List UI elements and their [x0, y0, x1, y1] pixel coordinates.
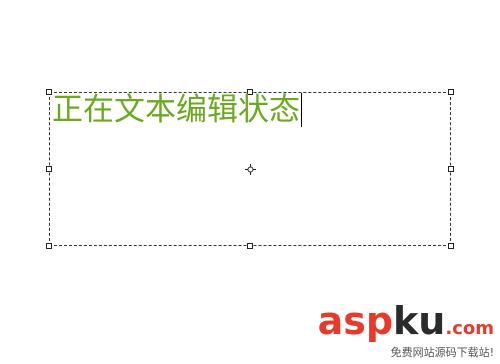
editing-canvas[interactable]: 正在文本编辑状态 aspku.com 免费网站源码下载站! — [0, 0, 500, 364]
watermark-brand-com: .com — [445, 318, 494, 339]
resize-handle-middle-right[interactable] — [448, 166, 454, 172]
watermark-logo: aspku.com — [318, 300, 494, 350]
resize-handle-bottom-right[interactable] — [448, 243, 454, 249]
text-box-content[interactable]: 正在文本编辑状态 — [52, 93, 302, 127]
center-point-icon[interactable] — [245, 164, 256, 175]
watermark-brand-asp: asp — [317, 299, 394, 343]
text-box-frame[interactable]: 正在文本编辑状态 — [46, 89, 454, 249]
resize-handle-bottom-left[interactable] — [46, 243, 52, 249]
resize-handle-bottom-middle[interactable] — [247, 243, 253, 249]
resize-handle-middle-left[interactable] — [46, 166, 52, 172]
resize-handle-top-right[interactable] — [448, 89, 454, 95]
editing-text[interactable]: 正在文本编辑状态 — [52, 93, 300, 127]
watermark-brand-ku: ku — [393, 299, 446, 343]
site-watermark: aspku.com 免费网站源码下载站! — [318, 300, 494, 360]
watermark-subtitle: 免费网站源码下载站! — [390, 346, 494, 359]
text-caret — [301, 93, 302, 127]
